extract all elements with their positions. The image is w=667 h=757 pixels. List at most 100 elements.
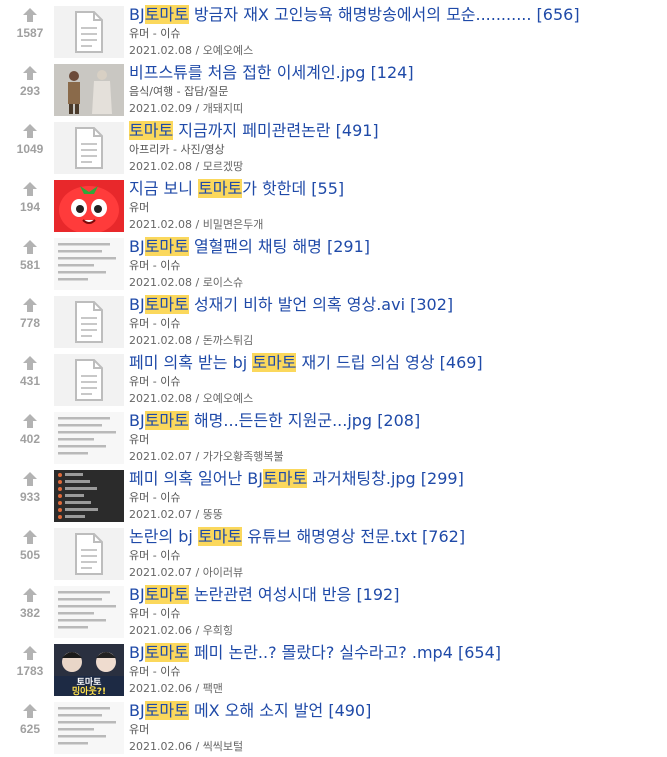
- post-meta: 2021.02.07 / 아이러뷰: [129, 566, 244, 579]
- post-category[interactable]: 음식/여행 - 잡담/질문: [129, 85, 228, 99]
- post-thumbnail[interactable]: [54, 412, 124, 464]
- comment-count[interactable]: [491]: [336, 121, 379, 140]
- upvote-arrow-icon[interactable]: [22, 8, 38, 22]
- comment-count[interactable]: [299]: [421, 469, 464, 488]
- post-title-link[interactable]: BJ토마토 방금자 재X 고인능욕 해명방송에서의 모순........... …: [129, 4, 661, 26]
- post-thumbnail[interactable]: [54, 528, 124, 580]
- title-text-rest: 방금자 재X 고인능욕 해명방송에서의 모순...........: [188, 5, 532, 24]
- post-author[interactable]: 팩맨: [203, 682, 223, 695]
- post-title-link[interactable]: BJ토마토 성재기 비하 발언 의혹 영상.avi [302]: [129, 294, 661, 316]
- post-meta: 2021.02.08 / 오예오예스: [129, 44, 254, 57]
- vote-count: 293: [19, 84, 41, 98]
- post-thumbnail[interactable]: [54, 238, 124, 290]
- post-author[interactable]: 모르겠땅: [203, 160, 243, 173]
- upvote-arrow-icon[interactable]: [22, 414, 38, 428]
- post-author[interactable]: 우희힝: [203, 624, 233, 637]
- title-highlight: 토마토: [144, 585, 189, 604]
- post-title-link[interactable]: BJ토마토 메X 오해 소지 발언 [490]: [129, 700, 661, 722]
- post-category[interactable]: 유머: [129, 723, 149, 737]
- comment-count[interactable]: [469]: [440, 353, 483, 372]
- upvote-arrow-icon[interactable]: [22, 530, 38, 544]
- post-title-link[interactable]: BJ토마토 페미 논란..? 몰랐다? 실수라고? .mp4 [654]: [129, 642, 661, 664]
- post-author[interactable]: 오예오예스: [203, 392, 254, 405]
- post-thumbnail[interactable]: 토마토 밍아웃?!: [54, 644, 124, 696]
- post-category[interactable]: 유머 - 이슈: [129, 375, 180, 389]
- comment-count[interactable]: [656]: [537, 5, 580, 24]
- post-thumbnail[interactable]: [54, 354, 124, 406]
- post-category[interactable]: 유머 - 이슈: [129, 259, 180, 273]
- post-category[interactable]: 유머 - 이슈: [129, 491, 180, 505]
- upvote-arrow-icon[interactable]: [22, 124, 38, 138]
- post-category[interactable]: 유머 - 이슈: [129, 317, 180, 331]
- post-author[interactable]: 씩씩보털: [203, 740, 243, 753]
- post-author[interactable]: 돈까스튀김: [203, 334, 254, 347]
- post-category[interactable]: 유머 - 이슈: [129, 27, 180, 41]
- upvote-arrow-icon[interactable]: [22, 472, 38, 486]
- upvote-arrow-icon[interactable]: [22, 704, 38, 718]
- list-item: 505 논란의 bj 토마토 유튜브 해명영상 전문.txt [762] 유머 - …: [0, 524, 667, 582]
- post-title-link[interactable]: 지금 보니 토마토가 핫한데 [55]: [129, 178, 661, 200]
- upvote-arrow-icon[interactable]: [22, 182, 38, 196]
- title-highlight: 토마토: [144, 411, 189, 430]
- post-category[interactable]: 유머: [129, 201, 149, 215]
- comment-count[interactable]: [490]: [328, 701, 371, 720]
- post-thumbnail[interactable]: [54, 470, 124, 522]
- upvote-arrow-icon[interactable]: [22, 240, 38, 254]
- post-date: 2021.02.08: [129, 160, 192, 173]
- vote-count: 778: [19, 316, 41, 330]
- comment-count[interactable]: [55]: [311, 179, 344, 198]
- upvote-arrow-icon[interactable]: [22, 66, 38, 80]
- post-title-link[interactable]: 토마토 지금까지 페미관련논란 [491]: [129, 120, 661, 142]
- vote-box: 933: [10, 466, 50, 524]
- list-item: 194 지금 보니 토마토가 핫한데 [55] 유머 2021.02.08 / 비밀면…: [0, 176, 667, 234]
- post-title-link[interactable]: 페미 의혹 받는 bj 토마토 재기 드립 의심 영상 [469]: [129, 352, 661, 374]
- post-title-link[interactable]: 논란의 bj 토마토 유튜브 해명영상 전문.txt [762]: [129, 526, 661, 548]
- post-thumbnail[interactable]: [54, 296, 124, 348]
- post-meta: 2021.02.07 / 가가오황족행복불: [129, 450, 284, 463]
- post-title-link[interactable]: BJ토마토 논란관련 여성시대 반응 [192]: [129, 584, 661, 606]
- post-author[interactable]: 오예오예스: [203, 44, 254, 57]
- post-category[interactable]: 아프리카 - 사진/영상: [129, 143, 225, 157]
- comment-count[interactable]: [192]: [356, 585, 399, 604]
- title-text: 논란의 bj: [129, 527, 198, 546]
- post-thumbnail[interactable]: [54, 180, 124, 232]
- comment-count[interactable]: [762]: [422, 527, 465, 546]
- post-title-link[interactable]: 페미 의혹 일어난 BJ토마토 과거채팅창.jpg [299]: [129, 468, 661, 490]
- post-thumbnail[interactable]: [54, 64, 124, 116]
- post-list: 1587 BJ토마토 방금자 재X 고인능욕 해명방송에서의 모순........…: [0, 0, 667, 757]
- title-text: BJ: [129, 701, 145, 720]
- title-text-rest: 성재기 비하 발언 의혹 영상.avi: [188, 295, 406, 314]
- post-meta: 2021.02.06 / 팩맨: [129, 682, 223, 695]
- list-item: 382 BJ토마토 논란관련 여성시대 반응 [192] 유머 - 이슈 2021.0…: [0, 582, 667, 640]
- post-thumbnail[interactable]: [54, 702, 124, 754]
- post-author[interactable]: 아이러뷰: [203, 566, 243, 579]
- post-author[interactable]: 뚱뚱: [203, 508, 223, 521]
- title-text: 페미 의혹 일어난 BJ: [129, 469, 263, 488]
- comment-count[interactable]: [291]: [327, 237, 370, 256]
- post-category[interactable]: 유머 - 이슈: [129, 607, 180, 621]
- post-title-link[interactable]: BJ토마토 해명...든든한 지원군...jpg [208]: [129, 410, 661, 432]
- vote-count: 194: [19, 200, 41, 214]
- post-title-link[interactable]: 비프스튜를 처음 접한 이세계인.jpg [124]: [129, 62, 661, 84]
- comment-count[interactable]: [302]: [410, 295, 453, 314]
- vote-box: 1587: [10, 2, 50, 60]
- post-thumbnail[interactable]: [54, 122, 124, 174]
- post-title-link[interactable]: BJ토마토 열혈팬의 채팅 해명 [291]: [129, 236, 661, 258]
- post-category[interactable]: 유머 - 이슈: [129, 549, 180, 563]
- post-author[interactable]: 가가오황족행복불: [203, 450, 284, 463]
- comment-count[interactable]: [654]: [458, 643, 501, 662]
- comment-count[interactable]: [124]: [371, 63, 414, 82]
- post-author[interactable]: 로이스슈: [203, 276, 243, 289]
- post-thumbnail[interactable]: [54, 6, 124, 58]
- post-author[interactable]: 개돼지띠: [203, 102, 243, 115]
- post-author[interactable]: 비밀면은두개: [203, 218, 264, 231]
- upvote-arrow-icon[interactable]: [22, 356, 38, 370]
- post-category[interactable]: 유머 - 이슈: [129, 665, 180, 679]
- post-thumbnail[interactable]: [54, 586, 124, 638]
- comment-count[interactable]: [208]: [377, 411, 420, 430]
- post-category[interactable]: 유머: [129, 433, 149, 447]
- post-meta: 2021.02.07 / 뚱뚱: [129, 508, 223, 521]
- upvote-arrow-icon[interactable]: [22, 298, 38, 312]
- upvote-arrow-icon[interactable]: [22, 588, 38, 602]
- upvote-arrow-icon[interactable]: [22, 646, 38, 660]
